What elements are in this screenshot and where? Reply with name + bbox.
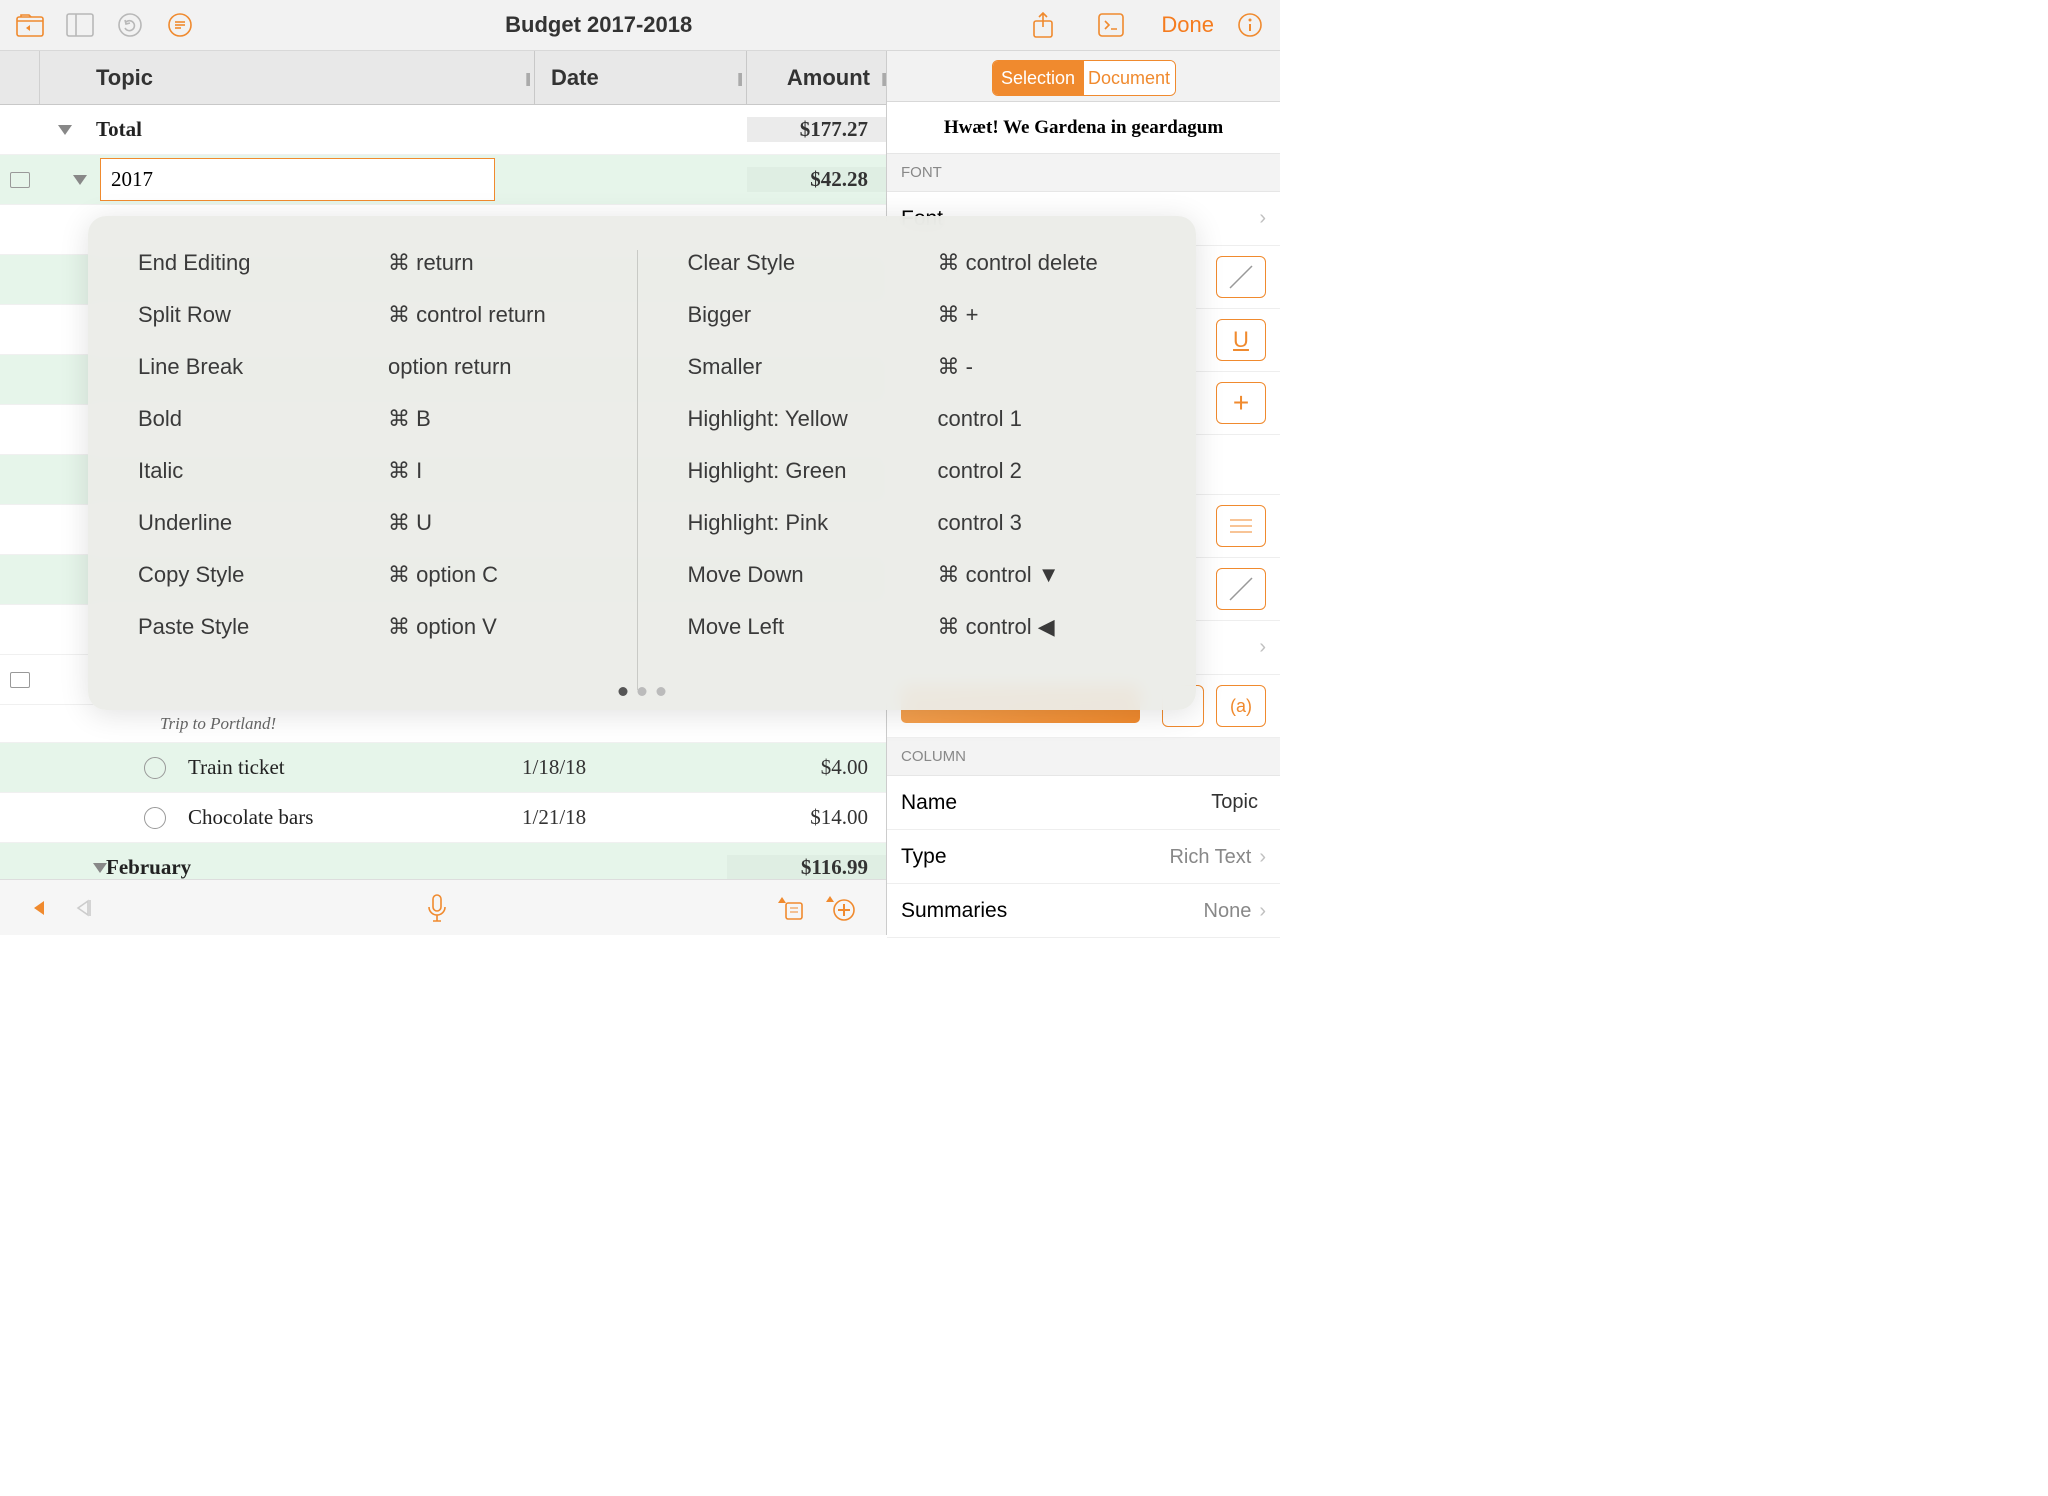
chevron-right-icon: › — [1259, 207, 1266, 230]
shortcut-item: Highlight: Yellowcontrol 1 — [688, 406, 1147, 432]
section-column: COLUMN — [887, 738, 1280, 776]
column-resize-icon[interactable]: ||| — [881, 70, 884, 86]
disclosure-icon[interactable] — [40, 125, 90, 135]
shortcut-item: Copy Style⌘ option C — [138, 562, 597, 588]
column-summaries-value: None — [1204, 900, 1252, 922]
column-header-topic[interactable]: Topic ||| — [40, 51, 535, 104]
cell-train-date: 1/18/18 — [522, 755, 734, 780]
cell-train-topic: Train ticket — [182, 755, 522, 780]
add-row-icon[interactable] — [824, 894, 856, 922]
dictation-icon[interactable] — [425, 893, 449, 923]
column-header-date-label: Date — [551, 65, 599, 91]
tab-document[interactable]: Document — [1084, 61, 1175, 95]
chevron-right-icon: › — [1259, 900, 1266, 922]
column-header-date[interactable]: Date ||| — [535, 51, 747, 104]
column-header-topic-label: Topic — [96, 65, 153, 91]
column-header-amount-label: Amount — [787, 65, 870, 91]
level-badge[interactable]: (a) — [1216, 685, 1266, 727]
shortcut-item: End Editing⌘ return — [138, 250, 597, 276]
shortcut-item: Bigger⌘ + — [688, 302, 1147, 328]
shortcuts-column-right: Clear Style⌘ control delete Bigger⌘ + Sm… — [638, 250, 1147, 690]
shortcut-item: Split Row⌘ control return — [138, 302, 597, 328]
undo-icon[interactable] — [112, 7, 148, 43]
disclosure-icon[interactable] — [40, 175, 90, 185]
page-dots[interactable] — [619, 687, 666, 696]
column-summaries-label: Summaries — [901, 899, 1007, 923]
chevron-right-icon: › — [1259, 846, 1266, 868]
shortcut-item: Highlight: Greencontrol 2 — [688, 458, 1147, 484]
cell-feb-amount: $116.99 — [727, 855, 886, 880]
shortcut-item: Paste Style⌘ option V — [138, 614, 597, 640]
column-headers: Topic ||| Date ||| Amount ||| — [0, 51, 886, 105]
share-icon[interactable] — [1025, 7, 1061, 43]
section-font: FONT — [887, 154, 1280, 192]
status-circle-icon[interactable] — [144, 807, 166, 829]
nav-next-icon[interactable] — [74, 898, 98, 918]
column-name-row[interactable]: Name Topic — [887, 776, 1280, 830]
row-total[interactable]: Total $177.27 — [0, 105, 886, 155]
move-up-icon[interactable] — [776, 895, 804, 921]
no-style-icon[interactable] — [1216, 568, 1266, 610]
topic-edit-input[interactable] — [100, 158, 495, 201]
column-name-value: Topic — [1211, 791, 1258, 814]
shortcut-item: Italic⌘ I — [138, 458, 597, 484]
shortcut-item: Clear Style⌘ control delete — [688, 250, 1147, 276]
status-circle-icon[interactable] — [144, 757, 166, 779]
row-choco[interactable]: Chocolate bars 1/21/18 $14.00 — [0, 793, 886, 843]
column-type-label: Type — [901, 845, 947, 869]
shortcut-item: Highlight: Pinkcontrol 3 — [688, 510, 1147, 536]
row-2017[interactable]: $42.28 — [0, 155, 886, 205]
cell-train-amount: $4.00 — [734, 755, 886, 780]
nav-first-icon[interactable] — [30, 898, 54, 918]
info-icon[interactable] — [1232, 7, 1268, 43]
bottom-toolbar — [0, 879, 886, 935]
style-preview: Hwæt! We Gardena in geardagum — [887, 102, 1280, 154]
paragraph-lines-icon[interactable] — [1216, 505, 1266, 547]
inspector-segmented: Selection Document — [992, 60, 1176, 96]
disclosure-icon[interactable] — [40, 863, 100, 873]
dot-icon[interactable] — [657, 687, 666, 696]
shortcut-item: Bold⌘ B — [138, 406, 597, 432]
cell-2017-amount: $42.28 — [747, 167, 886, 192]
chevron-right-icon: › — [1259, 636, 1266, 659]
column-resize-icon[interactable]: ||| — [737, 70, 740, 86]
note-marker-icon[interactable] — [0, 672, 40, 688]
row-train[interactable]: Train ticket 1/18/18 $4.00 — [0, 743, 886, 793]
tab-selection[interactable]: Selection — [993, 61, 1084, 95]
cell-choco-amount: $14.00 — [734, 805, 886, 830]
column-resize-icon[interactable]: ||| — [525, 70, 528, 86]
shortcut-item: Underline⌘ U — [138, 510, 597, 536]
dot-icon[interactable] — [619, 687, 628, 696]
shortcut-item: Smaller⌘ - — [688, 354, 1147, 380]
underline-button[interactable]: U — [1216, 319, 1266, 361]
cell-total-amount: $177.27 — [747, 117, 886, 142]
shortcuts-column-left: End Editing⌘ return Split Row⌘ control r… — [138, 250, 638, 690]
keyboard-shortcuts-overlay: End Editing⌘ return Split Row⌘ control r… — [88, 216, 1196, 710]
column-summaries-row[interactable]: Summaries None › — [887, 884, 1280, 938]
cell-choco-date: 1/21/18 — [522, 805, 734, 830]
note-marker-icon[interactable] — [0, 172, 40, 188]
back-folder-icon[interactable] — [12, 7, 48, 43]
document-title: Budget 2017-2018 — [172, 12, 1025, 38]
sidebar-toggle-icon[interactable] — [62, 7, 98, 43]
automation-icon[interactable] — [1093, 7, 1129, 43]
done-button[interactable]: Done — [1161, 12, 1214, 38]
column-name-label: Name — [901, 791, 957, 815]
note-row[interactable]: Trip to Portland! — [0, 705, 886, 743]
column-type-value: Rich Text — [1169, 846, 1251, 868]
column-header-amount[interactable]: Amount ||| — [747, 51, 886, 104]
cell-choco-topic: Chocolate bars — [182, 805, 522, 830]
shortcut-item: Move Left⌘ control ◀ — [688, 614, 1147, 640]
add-style-icon[interactable]: + — [1216, 382, 1266, 424]
dot-icon[interactable] — [638, 687, 647, 696]
top-toolbar: Budget 2017-2018 Done — [0, 0, 1280, 51]
shortcut-item: Line Breakoption return — [138, 354, 597, 380]
cell-2017-topic[interactable] — [90, 158, 535, 201]
no-style-icon[interactable] — [1216, 256, 1266, 298]
cell-total-topic: Total — [90, 117, 535, 142]
cell-feb-topic: February — [100, 855, 515, 880]
shortcut-item: Move Down⌘ control ▼ — [688, 562, 1147, 588]
column-type-row[interactable]: Type Rich Text › — [887, 830, 1280, 884]
